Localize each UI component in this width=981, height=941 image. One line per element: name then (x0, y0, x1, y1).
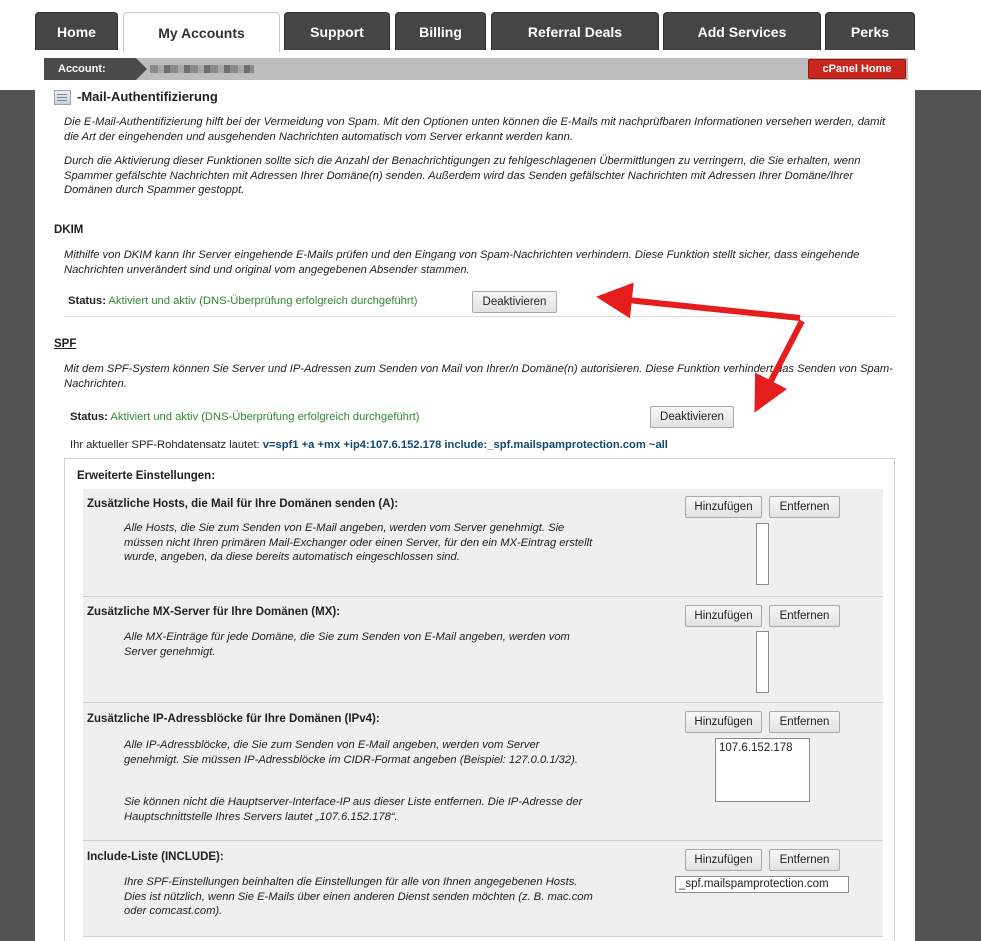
ipv4-add-button[interactable]: Hinzufügen (685, 711, 762, 733)
advanced-settings: Erweiterte Einstellungen: Zusätzliche Ho… (64, 458, 895, 941)
page-title: -Mail-Authentifizierung (77, 89, 218, 104)
ipv4-list-item[interactable]: 107.6.152.178 (719, 742, 806, 754)
spf-record: Ihr aktueller SPF-Rohdatensatz lautet: v… (70, 439, 668, 451)
spf-record-label: Ihr aktueller SPF-Rohdatensatz lautet: (70, 439, 260, 451)
ipv4-remove-button[interactable]: Entfernen (769, 711, 840, 733)
ipv4-panel: Zusätzliche IP-Adressblöcke für Ihre Dom… (83, 703, 883, 841)
tab-home[interactable]: Home (35, 12, 118, 50)
mail-auth-icon (54, 90, 71, 105)
tab-perks[interactable]: Perks (825, 12, 915, 50)
dkim-status-value: Aktiviert und aktiv (DNS-Überprüfung erf… (108, 295, 418, 307)
mx-list[interactable] (756, 631, 769, 693)
tab-add-services[interactable]: Add Services (663, 12, 821, 50)
main-content: -Mail-Authentifizierung Die E-Mail-Authe… (35, 88, 915, 941)
include-input[interactable]: _spf.mailspamprotection.com (675, 876, 849, 893)
dkim-title: DKIM (54, 224, 84, 236)
hosts-a-list[interactable] (756, 523, 769, 585)
mx-add-button[interactable]: Hinzufügen (685, 605, 762, 627)
include-panel: Include-Liste (INCLUDE): Ihre SPF-Einste… (83, 841, 883, 937)
include-title: Include-Liste (INCLUDE): (87, 851, 224, 863)
spf-record-value: v=spf1 +a +mx +ip4:107.6.152.178 include… (262, 439, 668, 451)
spf-status-label: Status: (70, 411, 108, 423)
account-label: Account: (44, 58, 147, 80)
advanced-settings-title: Erweiterte Einstellungen: (77, 470, 216, 482)
tab-referral-deals[interactable]: Referral Deals (491, 12, 659, 50)
spf-description: Mit dem SPF-System können Sie Server und… (64, 363, 893, 390)
include-description: Ihre SPF-Einstellungen beinhalten die Ei… (124, 876, 593, 917)
ipv4-list[interactable]: 107.6.152.178 (715, 738, 810, 802)
mx-description: Alle MX-Einträge für jede Domäne, die Si… (124, 631, 570, 658)
spf-status-value: Aktiviert und aktiv (DNS-Überprüfung erf… (110, 411, 420, 423)
dkim-description: Mithilfe von DKIM kann Ihr Server eingeh… (64, 249, 860, 276)
account-bar: Account: cPanel Home (44, 58, 908, 80)
mx-title: Zusätzliche MX-Server für Ihre Domänen (… (87, 606, 341, 618)
hosts-a-title: Zusätzliche Hosts, die Mail für Ihre Dom… (87, 498, 399, 510)
hosts-a-description: Alle Hosts, die Sie zum Senden von E-Mai… (124, 522, 593, 563)
spf-deactivate-button[interactable]: Deaktivieren (650, 406, 734, 428)
hosts-a-remove-button[interactable]: Entfernen (769, 496, 840, 518)
include-add-button[interactable]: Hinzufügen (685, 849, 762, 871)
spf-title[interactable]: SPF (54, 338, 76, 350)
hosts-a-add-button[interactable]: Hinzufügen (685, 496, 762, 518)
hosts-a-panel: Zusätzliche Hosts, die Mail für Ihre Dom… (83, 489, 883, 597)
mx-panel: Zusätzliche MX-Server für Ihre Domänen (… (83, 597, 883, 703)
tab-my-accounts[interactable]: My Accounts (123, 12, 280, 52)
divider (83, 936, 883, 937)
intro-paragraph-1: Die E-Mail-Authentifizierung hilft bei d… (64, 116, 886, 143)
include-remove-button[interactable]: Entfernen (769, 849, 840, 871)
intro-paragraph-2: Durch die Aktivierung dieser Funktionen … (64, 155, 861, 196)
tab-billing[interactable]: Billing (395, 12, 486, 50)
divider (64, 316, 895, 317)
mx-remove-button[interactable]: Entfernen (769, 605, 840, 627)
ipv4-note: Sie können nicht die Hauptserver-Interfa… (124, 796, 583, 823)
dkim-status: Status: Aktiviert und aktiv (DNS-Überprü… (68, 295, 417, 307)
ipv4-description: Alle IP-Adressblöcke, die Sie zum Senden… (124, 739, 578, 766)
spf-status: Status: Aktiviert und aktiv (DNS-Überprü… (70, 411, 419, 423)
cpanel-home-button[interactable]: cPanel Home (808, 59, 906, 79)
ipv4-title: Zusätzliche IP-Adressblöcke für Ihre Dom… (87, 713, 380, 725)
tab-support[interactable]: Support (284, 12, 390, 50)
dkim-deactivate-button[interactable]: Deaktivieren (472, 291, 557, 313)
dkim-status-label: Status: (68, 295, 106, 307)
account-name-redacted (150, 65, 254, 73)
